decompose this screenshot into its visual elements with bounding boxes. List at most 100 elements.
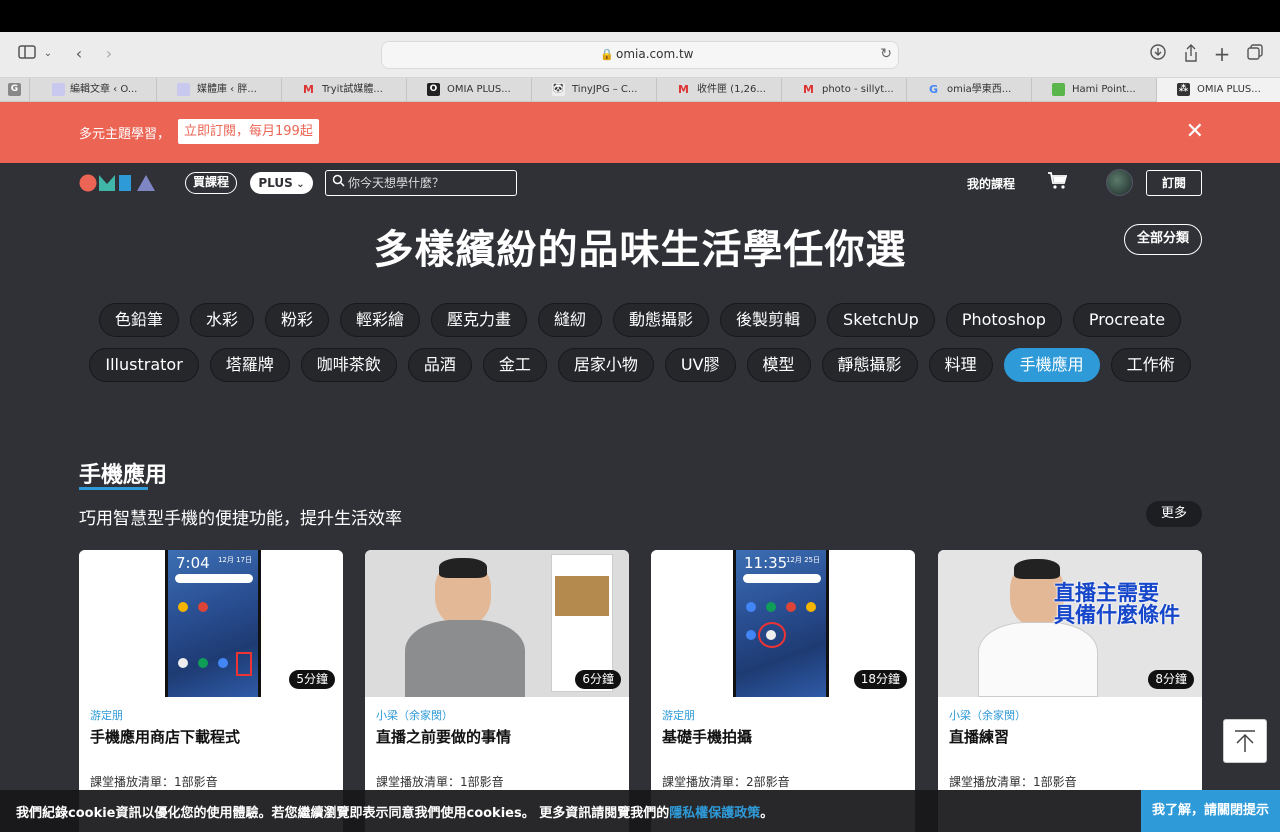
app-icon [218,658,228,668]
phone-time: 11:35 [744,554,788,572]
cookie-consent-bar: 我們紀錄cookie資訊以優化您的使用體驗。若您繼續瀏覽即表示同意我們使用coo… [0,790,1280,832]
category-chip[interactable]: UV膠 [664,348,736,382]
panda-icon: 🐼 [552,83,565,96]
tab-overview-icon[interactable] [1245,44,1265,64]
avatar[interactable] [1106,169,1133,196]
wordpress-icon [177,83,190,96]
section-title-underline [79,487,148,490]
address-bar[interactable]: 🔒 omia.com.tw ↻ [381,41,899,69]
share-icon[interactable] [1181,44,1201,64]
category-chip[interactable]: 後製剪輯 [720,303,817,337]
category-chip[interactable]: 居家小物 [557,348,654,382]
all-categories-button[interactable]: 全部分類 [1124,224,1202,255]
app-icon [786,602,796,612]
close-icon[interactable]: ✕ [1186,119,1204,145]
category-chip[interactable]: Illustrator [89,348,199,382]
browser-tab-active[interactable]: ⁂ OMIA PLUS... [1157,78,1280,102]
browser-tab[interactable]: Mphoto - sillyt... [782,78,907,102]
plus-dropdown-button[interactable]: PLUS ⌄ [250,172,313,194]
back-arrow-icon[interactable]: ‹ [70,44,88,64]
category-chip[interactable]: SketchUp [827,303,935,337]
category-chip[interactable]: 壓克力畫 [430,303,527,337]
category-chip[interactable]: 粉彩 [264,303,329,337]
category-chip[interactable]: 咖啡茶飲 [300,348,397,382]
cart-icon[interactable] [1047,172,1068,195]
category-chip[interactable]: 靜態攝影 [821,348,918,382]
subscribe-button[interactable]: 訂閱 [1146,170,1202,196]
buy-courses-button[interactable]: 買課程 [185,172,238,194]
browser-tab[interactable]: M Tryit試媒體... [282,78,407,102]
browser-tab[interactable]: O OMIA PLUS... [407,78,532,102]
promo-subscribe-button[interactable]: 立即訂閱，每月199起 [178,119,319,144]
browser-tab[interactable]: Gomia學東西... [907,78,1032,102]
pinned-tab-icon: G [8,83,21,96]
course-title[interactable]: 基礎手機拍攝 [662,726,752,747]
cookie-period: 。 [760,806,774,821]
course-author[interactable]: 小梁（余家閔） [376,707,453,723]
category-chip[interactable]: 模型 [746,348,811,382]
course-playlist: 課堂播放清單：1部影音 [949,775,1077,789]
download-icon[interactable] [1148,44,1168,64]
browser-tab[interactable]: M 收件匣 (1,26... [657,78,782,102]
cookie-accept-button[interactable]: 我了解，請關閉提示 [1141,790,1280,832]
app-icon [746,630,756,640]
search-input[interactable] [348,174,512,192]
category-chip[interactable]: 品酒 [407,348,472,382]
browser-tab[interactable]: 編輯文章 ‹ O... [30,78,157,102]
duration-badge: 6分鐘 [575,670,621,689]
course-author[interactable]: 游定朋 [662,707,695,723]
app-icon [198,658,208,668]
duration-badge: 5分鐘 [289,670,335,689]
omia-logo[interactable] [79,174,159,192]
category-chip[interactable]: 輕彩繪 [339,303,420,337]
category-chip[interactable]: 塔羅牌 [209,348,290,382]
course-author[interactable]: 游定朋 [90,707,123,723]
wordpress-icon [52,83,65,96]
cookie-message: 我們紀錄cookie資訊以優化您的使用體驗。若您繼續瀏覽即表示同意我們使用coo… [16,802,773,821]
course-title[interactable]: 直播練習 [949,726,1009,747]
category-chip[interactable]: 金工 [482,348,547,382]
hami-icon [1052,83,1065,96]
duration-badge: 8分鐘 [1148,670,1194,689]
course-title[interactable]: 直播之前要做的事情 [376,726,511,747]
category-chips-row-2: Illustrator 塔羅牌 咖啡茶飲 品酒 金工 居家小物 UV膠 模型 靜態攝影 料理 手機應… [0,348,1280,382]
app-icon [198,602,208,612]
phone-date: 12月 17日 [217,556,252,564]
category-chip[interactable]: 動態攝影 [613,303,710,337]
pinned-tab[interactable]: G [0,78,30,102]
category-chip[interactable]: Procreate [1072,303,1182,337]
reload-icon[interactable]: ↻ [880,46,892,62]
category-chip[interactable]: 縫紉 [538,303,603,337]
promo-text: 多元主題學習， [79,127,171,142]
browser-tab[interactable]: 媒體庫 ‹ 胖... [157,78,282,102]
app-icon [178,658,188,668]
category-chip[interactable]: 色鉛筆 [98,303,179,337]
my-courses-link[interactable]: 我的課程 [967,175,1015,192]
sidebar-toggle-icon[interactable] [16,44,38,64]
category-chip[interactable]: Photoshop [945,303,1062,337]
presenter-body [978,622,1098,697]
back-to-top-button[interactable] [1223,719,1267,763]
promo-banner: 多元主題學習， 立即訂閱，每月199起 ✕ [0,102,1280,163]
category-chip[interactable]: 料理 [928,348,993,382]
phone-search-bar [743,574,821,583]
search-box[interactable] [325,170,517,196]
more-button[interactable]: 更多 [1146,501,1202,527]
privacy-policy-link[interactable]: 隱私權保護政策 [669,806,760,821]
course-author[interactable]: 小梁（余家閔） [949,707,1026,723]
hero-title: 多樣繽紛的品味生活學任你選 [373,227,907,273]
browser-tab[interactable]: Hami Point... [1032,78,1157,102]
category-chip[interactable]: 工作術 [1110,348,1191,382]
category-chip[interactable]: 水彩 [189,303,254,337]
course-title[interactable]: 手機應用商店下載程式 [90,726,240,747]
course-playlist: 課堂播放清單：2部影音 [662,775,790,789]
address-url: omia.com.tw [616,47,694,61]
phone-search-bar [175,574,253,583]
chevron-down-icon[interactable]: ⌄ [42,44,54,64]
forward-arrow-icon[interactable]: › [100,44,118,64]
new-tab-icon[interactable]: + [1212,44,1232,64]
browser-tab[interactable]: 🐼 TinyJPG – C... [532,78,657,102]
omia-plus-icon: ⁂ [1177,83,1190,96]
category-chip[interactable]: 手機應用 [1003,348,1100,382]
arrow-up-icon [1235,730,1255,752]
